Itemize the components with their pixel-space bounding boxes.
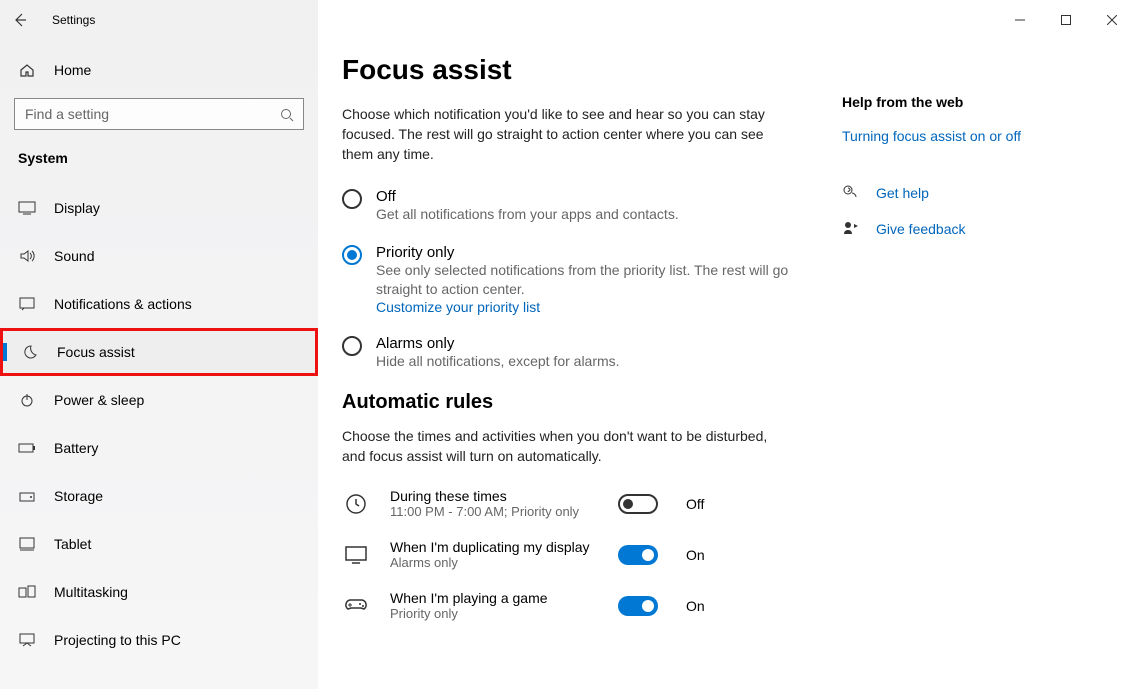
rule-toggle[interactable]	[618, 494, 658, 514]
sound-icon	[18, 247, 36, 265]
page-description: Choose which notification you'd like to …	[342, 104, 782, 164]
get-help-icon	[842, 184, 860, 202]
tablet-icon	[18, 535, 36, 553]
radio-sub: See only selected notifications from the…	[376, 261, 802, 299]
rule-title: When I'm duplicating my display	[390, 539, 598, 555]
toggle-state: On	[686, 547, 705, 563]
sidebar-home-label: Home	[54, 62, 91, 78]
storage-icon	[18, 487, 36, 505]
get-help-link[interactable]: Get help	[876, 185, 929, 201]
search-input[interactable]	[14, 98, 304, 130]
toggle-state: Off	[686, 496, 704, 512]
automatic-rules-heading: Automatic rules	[342, 391, 822, 414]
automatic-rules-desc: Choose the times and activities when you…	[342, 426, 782, 466]
radio-label: Priority only	[376, 244, 802, 261]
radio-alarms-only[interactable]: Alarms only Hide all notifications, exce…	[342, 335, 802, 371]
sidebar-item-label: Display	[54, 200, 100, 216]
feedback-icon	[842, 220, 860, 238]
sidebar-item-multitasking[interactable]: Multitasking	[0, 568, 318, 616]
battery-icon	[18, 439, 36, 457]
minimize-button[interactable]	[997, 0, 1043, 40]
gamepad-icon	[342, 597, 370, 615]
sidebar-item-tablet[interactable]: Tablet	[0, 520, 318, 568]
moon-icon	[21, 343, 39, 361]
rule-during-times[interactable]: During these times 11:00 PM - 7:00 AM; P…	[342, 488, 822, 519]
rule-sub: Alarms only	[390, 555, 598, 570]
radio-sub: Hide all notifications, except for alarm…	[376, 352, 620, 371]
sidebar-item-notifications[interactable]: Notifications & actions	[0, 280, 318, 328]
sidebar-item-sound[interactable]: Sound	[0, 232, 318, 280]
projecting-icon	[18, 631, 36, 649]
sidebar-item-display[interactable]: Display	[0, 184, 318, 232]
rule-duplicate-display[interactable]: When I'm duplicating my display Alarms o…	[342, 539, 822, 570]
help-pane: Help from the web Turning focus assist o…	[842, 54, 1092, 689]
content-pane: Focus assist Choose which notification y…	[342, 54, 842, 689]
sidebar-item-label: Tablet	[54, 536, 91, 552]
sidebar-item-label: Focus assist	[57, 344, 135, 360]
page-title: Focus assist	[342, 54, 822, 86]
sidebar-item-storage[interactable]: Storage	[0, 472, 318, 520]
sidebar-item-label: Storage	[54, 488, 103, 504]
give-feedback-link[interactable]: Give feedback	[876, 221, 966, 237]
multitasking-icon	[18, 583, 36, 601]
radio-off[interactable]: Off Get all notifications from your apps…	[342, 188, 802, 224]
customize-priority-link[interactable]: Customize your priority list	[376, 299, 802, 315]
sidebar-item-label: Power & sleep	[54, 392, 144, 408]
radio-icon	[342, 189, 362, 209]
sidebar-item-label: Notifications & actions	[54, 296, 192, 312]
rule-playing-game[interactable]: When I'm playing a game Priority only On	[342, 590, 822, 621]
sidebar-item-label: Sound	[54, 248, 94, 264]
search-icon	[278, 106, 296, 124]
sidebar-item-projecting[interactable]: Projecting to this PC	[0, 616, 318, 664]
sidebar-item-battery[interactable]: Battery	[0, 424, 318, 472]
titlebar: Settings	[0, 0, 1135, 40]
rule-toggle[interactable]	[618, 545, 658, 565]
sidebar: Home System Display Sound Notifications …	[0, 40, 318, 689]
display-icon	[18, 199, 36, 217]
sidebar-item-label: Projecting to this PC	[54, 632, 181, 648]
radio-label: Alarms only	[376, 335, 620, 352]
radio-icon	[342, 245, 362, 265]
radio-icon	[342, 336, 362, 356]
rule-title: When I'm playing a game	[390, 590, 598, 606]
rule-sub: 11:00 PM - 7:00 AM; Priority only	[390, 504, 598, 519]
sidebar-item-power[interactable]: Power & sleep	[0, 376, 318, 424]
monitor-icon	[342, 545, 370, 565]
rule-toggle[interactable]	[618, 596, 658, 616]
sidebar-item-focus-assist[interactable]: Focus assist	[0, 328, 318, 376]
window-title: Settings	[52, 13, 95, 27]
sidebar-item-label: Multitasking	[54, 584, 128, 600]
home-icon	[18, 61, 36, 79]
toggle-state: On	[686, 598, 705, 614]
radio-priority-only[interactable]: Priority only See only selected notifica…	[342, 244, 802, 315]
rule-sub: Priority only	[390, 606, 598, 621]
rule-title: During these times	[390, 488, 598, 504]
back-button[interactable]	[0, 0, 40, 40]
sidebar-section-label: System	[0, 140, 318, 184]
sidebar-item-label: Battery	[54, 440, 98, 456]
clock-icon	[342, 492, 370, 516]
help-web-link[interactable]: Turning focus assist on or off	[842, 128, 1092, 144]
help-heading: Help from the web	[842, 94, 1092, 110]
power-icon	[18, 391, 36, 409]
radio-sub: Get all notifications from your apps and…	[376, 205, 679, 224]
sidebar-home[interactable]: Home	[0, 50, 318, 90]
maximize-button[interactable]	[1043, 0, 1089, 40]
radio-label: Off	[376, 188, 679, 205]
close-button[interactable]	[1089, 0, 1135, 40]
notifications-icon	[18, 295, 36, 313]
